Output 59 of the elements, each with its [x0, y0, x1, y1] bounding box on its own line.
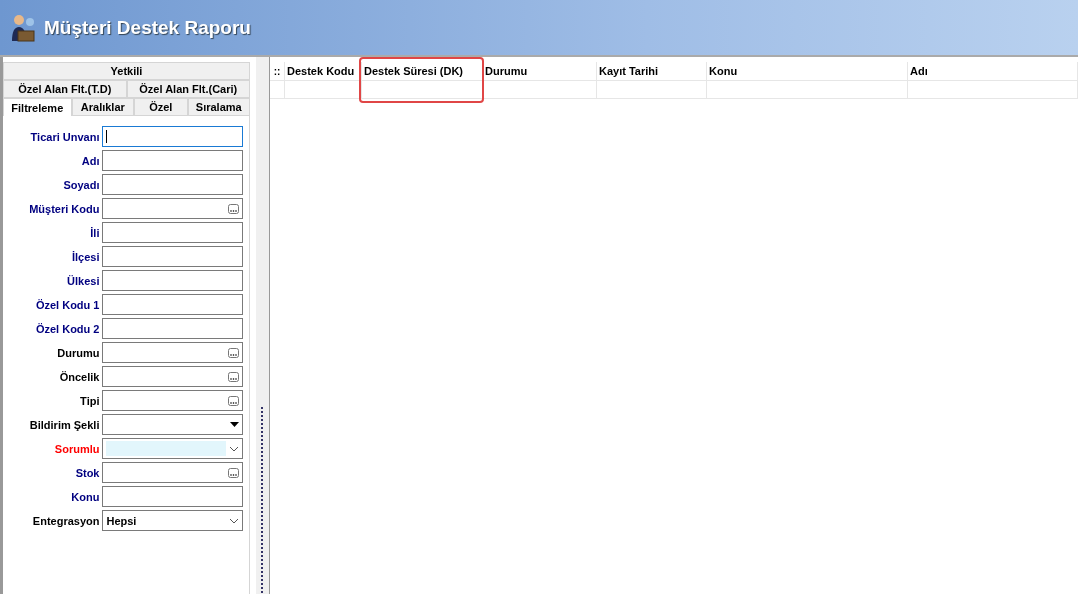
input-field[interactable]: [102, 126, 243, 147]
field-label: İli: [89, 226, 100, 239]
input-field[interactable]: [102, 390, 243, 411]
tab[interactable]: Özel Alan Flt.(T.D): [3, 80, 127, 98]
input-field[interactable]: [102, 198, 243, 219]
chevron-down-icon[interactable]: [229, 445, 239, 452]
field-label: Konu: [70, 490, 100, 503]
field-label: Durumu: [56, 346, 100, 359]
tab[interactable]: Sıralama: [187, 98, 250, 116]
tab[interactable]: Aralıklar: [71, 98, 135, 116]
splitter[interactable]: [256, 57, 270, 594]
column-header[interactable]: Adı: [908, 62, 1078, 80]
field-label: Adı: [80, 154, 100, 167]
ellipsis-button[interactable]: [228, 371, 239, 382]
input-field[interactable]: [102, 174, 243, 195]
input-field[interactable]: [102, 294, 243, 315]
field-label: Müşteri Kodu: [28, 202, 100, 215]
column-header[interactable]: Destek Süresi (DK): [362, 62, 483, 80]
field-label: İlçesi: [70, 250, 100, 263]
field-label: Ülkesi: [66, 274, 100, 287]
tab[interactable]: Özel Alan Flt.(Cari): [126, 80, 250, 98]
input-field[interactable]: [102, 318, 243, 339]
input-field[interactable]: [102, 366, 243, 387]
input-field[interactable]: [102, 270, 243, 291]
input-field[interactable]: [102, 246, 243, 267]
ellipsis-button[interactable]: [228, 203, 239, 214]
support-agent-icon: [10, 12, 36, 43]
ellipsis-button[interactable]: [228, 467, 239, 478]
field-label: Öncelik: [58, 370, 100, 383]
chevron-down-icon[interactable]: [229, 517, 239, 524]
dropdown-arrow-icon[interactable]: [230, 422, 239, 427]
row-indicator: ::: [270, 62, 285, 80]
field-label: Soyadı: [62, 178, 100, 191]
field-label: Ticari Unvanı: [29, 130, 100, 143]
field-label: Sorumlu: [53, 442, 100, 455]
field-label: Stok: [74, 466, 100, 479]
ellipsis-button[interactable]: [228, 347, 239, 358]
tab[interactable]: Yetkili: [3, 62, 250, 80]
input-field[interactable]: [102, 222, 243, 243]
field-label: Tipi: [79, 394, 100, 407]
column-header[interactable]: Kayıt Tarihi: [597, 62, 707, 80]
input-field[interactable]: [102, 486, 243, 507]
field-label: Entegrasyon: [31, 514, 100, 527]
input-field[interactable]: [102, 462, 243, 483]
ellipsis-button[interactable]: [228, 395, 239, 406]
input-field[interactable]: [102, 438, 243, 459]
column-header[interactable]: Konu: [707, 62, 908, 80]
field-label: Özel Kodu 1: [34, 298, 100, 311]
tab[interactable]: Filtreleme: [3, 98, 72, 116]
column-header[interactable]: Durumu: [483, 62, 597, 80]
field-label: Bildirim Şekli: [28, 418, 100, 431]
input-field[interactable]: [102, 414, 243, 435]
window-title: Müşteri Destek Raporu: [44, 16, 251, 39]
input-field[interactable]: [102, 342, 243, 363]
input-field[interactable]: Hepsi: [102, 510, 243, 531]
input-field[interactable]: [102, 150, 243, 171]
tab[interactable]: Özel: [134, 98, 188, 116]
column-header[interactable]: Destek Kodu: [285, 62, 362, 80]
field-label: Özel Kodu 2: [34, 322, 100, 335]
